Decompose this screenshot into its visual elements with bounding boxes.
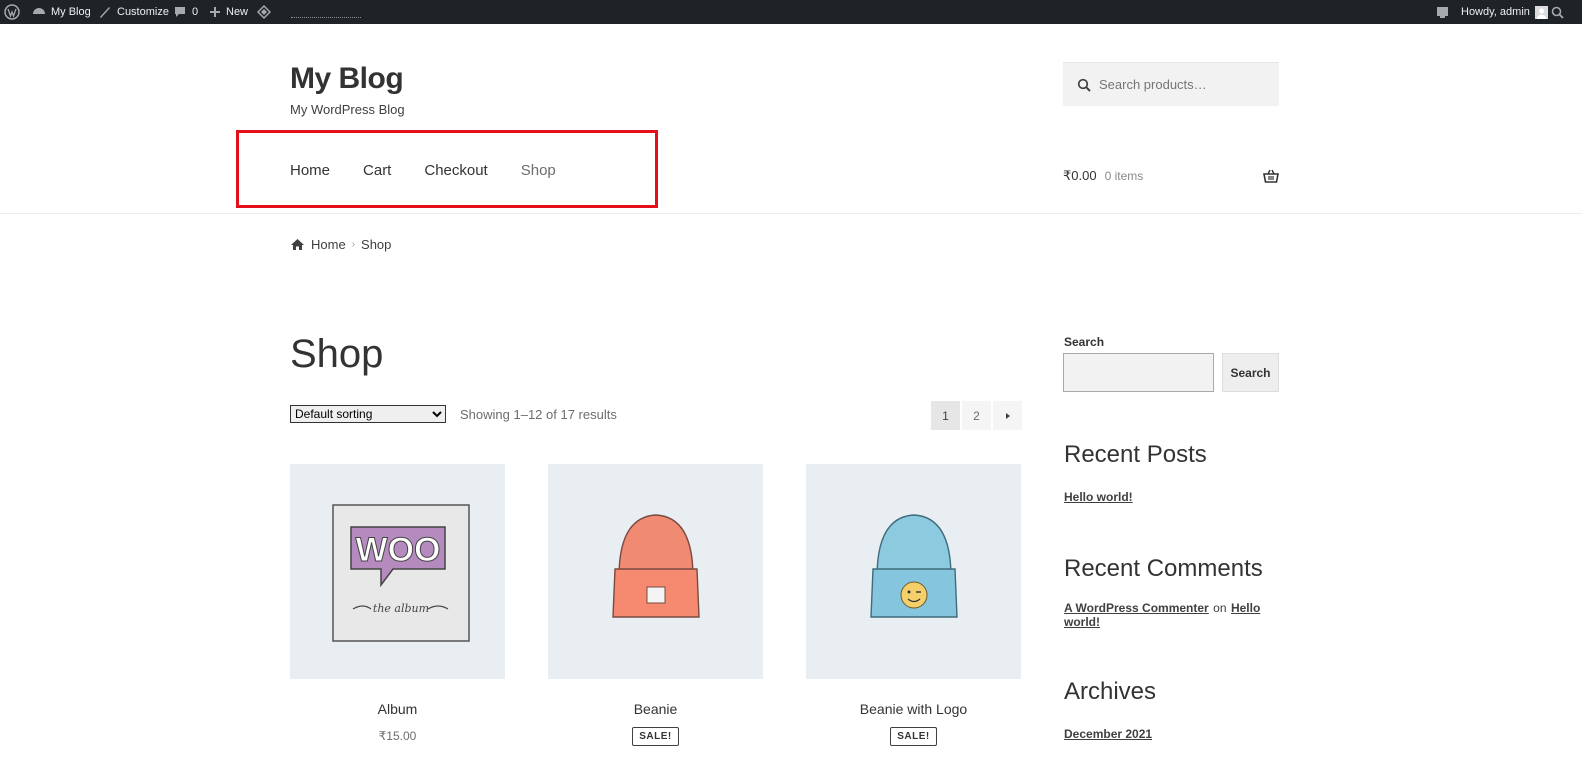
breadcrumb: Home › Shop [290, 237, 391, 252]
recent-comments-heading: Recent Comments [1064, 555, 1263, 582]
pagination: 1 2 [931, 401, 1022, 430]
wordpress-logo-icon[interactable] [4, 0, 20, 24]
page-1: 1 [931, 401, 960, 430]
archives-heading: Archives [1064, 678, 1157, 705]
breadcrumb-separator-icon: › [351, 239, 356, 250]
breadcrumb-home-link[interactable]: Home [311, 237, 346, 252]
admin-bar-customize[interactable]: Customize [98, 0, 169, 24]
recent-comment: A WordPress Commenter on Hello world! [1064, 601, 1279, 629]
archive-link[interactable]: December 2021 [1064, 727, 1152, 741]
product-image-album[interactable]: WOO the album [290, 464, 505, 679]
admin-bar-site-link[interactable]: My Blog [32, 0, 91, 24]
result-count: Showing 1–12 of 17 results [460, 407, 617, 422]
svg-text:the album: the album [372, 602, 428, 615]
highlight-annotation-box [236, 130, 658, 208]
product-card: WOO the album Album ₹15.00 [290, 464, 505, 743]
basket-icon [1263, 169, 1279, 183]
admin-bar-site-label: My Blog [51, 6, 91, 18]
cart-amount: ₹0.00 [1063, 168, 1097, 183]
site-title[interactable]: My Blog [290, 62, 404, 96]
header-divider [0, 213, 1582, 214]
product-image-beanie[interactable] [548, 464, 763, 679]
plus-icon [210, 7, 220, 17]
product-price: ₹15.00 [378, 729, 417, 743]
product-image-beanie-with-logo[interactable] [806, 464, 1021, 679]
page-2[interactable]: 2 [962, 401, 991, 430]
product-search [1063, 62, 1279, 106]
admin-bar-placeholder-line [291, 0, 361, 24]
sidebar-search-button[interactable]: Search [1222, 353, 1279, 392]
site-description: My WordPress Blog [290, 102, 405, 117]
comment-on-text: on [1213, 601, 1227, 615]
admin-bar-comments-count: 0 [192, 6, 199, 18]
product-card: Beanie SALE! [548, 464, 763, 746]
woocommerce-diamond-icon[interactable] [257, 0, 271, 24]
recent-posts-heading: Recent Posts [1064, 441, 1207, 468]
product-name[interactable]: Album [290, 701, 505, 717]
dashboard-icon [33, 8, 45, 14]
admin-bar-new[interactable]: New [209, 0, 248, 24]
recent-post-link[interactable]: Hello world! [1064, 490, 1133, 504]
avatar [1534, 5, 1548, 19]
product-search-input[interactable] [1099, 77, 1269, 92]
product-name[interactable]: Beanie with Logo [806, 701, 1021, 717]
comment-icon [175, 7, 185, 17]
next-page-icon[interactable] [993, 401, 1022, 430]
header-cart[interactable]: ₹0.00 0 items [1063, 168, 1279, 184]
admin-bar-comments[interactable]: 0 [173, 0, 198, 24]
sorting-select[interactable]: Default sorting [290, 405, 446, 423]
admin-bar-customize-label: Customize [117, 6, 169, 18]
comment-author-link[interactable]: A WordPress Commenter [1064, 601, 1209, 615]
product-name[interactable]: Beanie [548, 701, 763, 717]
brush-icon [100, 7, 110, 18]
sidebar-search-label: Search [1064, 335, 1105, 349]
notification-icon[interactable] [1436, 0, 1449, 24]
svg-text:WOO: WOO [355, 531, 440, 569]
breadcrumb-current: Shop [361, 237, 392, 252]
product-card: Beanie with Logo SALE! [806, 464, 1021, 746]
sale-badge: SALE! [632, 727, 679, 746]
admin-bar-search-icon[interactable] [1551, 0, 1564, 24]
cart-items-count: 0 items [1104, 169, 1144, 183]
page-title: Shop [290, 332, 384, 376]
admin-bar-new-label: New [226, 6, 249, 18]
sidebar-search-input[interactable] [1063, 353, 1214, 392]
admin-bar-account[interactable]: Howdy, admin [1461, 0, 1548, 24]
admin-bar: My Blog Customize 0 New Howdy, admin [0, 0, 1582, 24]
search-icon [1077, 78, 1091, 92]
howdy-label: Howdy, admin [1461, 6, 1530, 18]
sale-badge: SALE! [890, 727, 937, 746]
home-icon [291, 239, 304, 250]
